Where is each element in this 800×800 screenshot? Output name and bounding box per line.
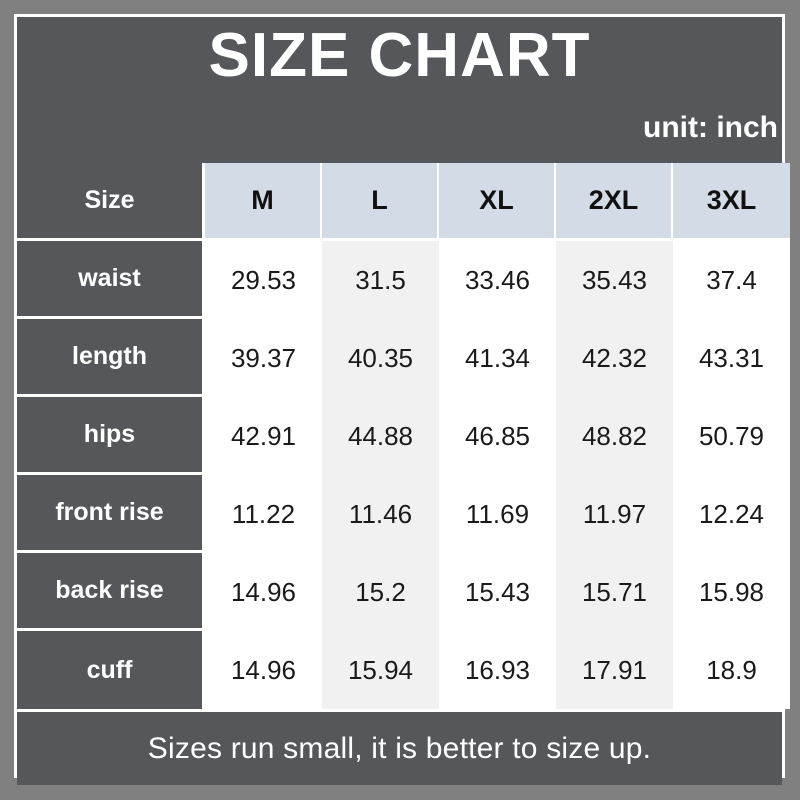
chart-footer: Sizes run small, it is better to size up… xyxy=(17,709,782,785)
table-header-row: Size M L XL 2XL 3XL xyxy=(17,163,790,241)
row-label-back-rise: back rise xyxy=(17,553,205,631)
footer-note: Sizes run small, it is better to size up… xyxy=(147,731,652,765)
cell-waist-m: 29.53 xyxy=(205,241,322,319)
page-title: SIZE CHART xyxy=(208,21,591,90)
cell-cuff-3xl: 18.9 xyxy=(673,631,790,709)
cell-length-l: 40.35 xyxy=(322,319,439,397)
cell-cuff-xl: 16.93 xyxy=(439,631,556,709)
cell-front-rise-l: 11.46 xyxy=(322,475,439,553)
cell-length-m: 39.37 xyxy=(205,319,322,397)
table-row: back rise 14.96 15.2 15.43 15.71 15.98 xyxy=(17,553,790,631)
cell-hips-xl: 46.85 xyxy=(439,397,556,475)
cell-waist-l: 31.5 xyxy=(322,241,439,319)
cell-waist-3xl: 37.4 xyxy=(673,241,790,319)
chart-header: SIZE CHART unit: inch xyxy=(17,17,782,163)
size-chart-panel: SIZE CHART unit: inch Size M L XL 2XL 3X… xyxy=(14,14,790,785)
column-header-m: M xyxy=(205,163,322,241)
cell-back-rise-xl: 15.43 xyxy=(439,553,556,631)
cell-waist-2xl: 35.43 xyxy=(556,241,673,319)
column-header-2xl: 2XL xyxy=(556,163,673,241)
column-header-size: Size xyxy=(17,163,205,241)
size-table-head: Size M L XL 2XL 3XL xyxy=(17,163,790,241)
size-chart-frame: SIZE CHART unit: inch Size M L XL 2XL 3X… xyxy=(0,0,800,800)
cell-waist-xl: 33.46 xyxy=(439,241,556,319)
cell-front-rise-3xl: 12.24 xyxy=(673,475,790,553)
row-label-waist: waist xyxy=(17,241,205,319)
cell-hips-2xl: 48.82 xyxy=(556,397,673,475)
cell-length-xl: 41.34 xyxy=(439,319,556,397)
table-row: cuff 14.96 15.94 16.93 17.91 18.9 xyxy=(17,631,790,709)
cell-back-rise-l: 15.2 xyxy=(322,553,439,631)
cell-back-rise-3xl: 15.98 xyxy=(673,553,790,631)
cell-front-rise-m: 11.22 xyxy=(205,475,322,553)
column-header-3xl: 3XL xyxy=(673,163,790,241)
cell-front-rise-2xl: 11.97 xyxy=(556,475,673,553)
cell-hips-l: 44.88 xyxy=(322,397,439,475)
cell-back-rise-m: 14.96 xyxy=(205,553,322,631)
cell-hips-m: 42.91 xyxy=(205,397,322,475)
table-row: hips 42.91 44.88 46.85 48.82 50.79 xyxy=(17,397,790,475)
cell-back-rise-2xl: 15.71 xyxy=(556,553,673,631)
table-row: front rise 11.22 11.46 11.69 11.97 12.24 xyxy=(17,475,790,553)
table-row: waist 29.53 31.5 33.46 35.43 37.4 xyxy=(17,241,790,319)
cell-length-3xl: 43.31 xyxy=(673,319,790,397)
table-row: length 39.37 40.35 41.34 42.32 43.31 xyxy=(17,319,790,397)
cell-front-rise-xl: 11.69 xyxy=(439,475,556,553)
cell-cuff-l: 15.94 xyxy=(322,631,439,709)
unit-label: unit: inch xyxy=(643,111,778,144)
cell-cuff-m: 14.96 xyxy=(205,631,322,709)
size-table: Size M L XL 2XL 3XL waist 29.53 31.5 33.… xyxy=(17,163,790,709)
row-label-cuff: cuff xyxy=(17,631,205,709)
row-label-length: length xyxy=(17,319,205,397)
row-label-hips: hips xyxy=(17,397,205,475)
cell-hips-3xl: 50.79 xyxy=(673,397,790,475)
cell-cuff-2xl: 17.91 xyxy=(556,631,673,709)
cell-length-2xl: 42.32 xyxy=(556,319,673,397)
size-table-body: waist 29.53 31.5 33.46 35.43 37.4 length… xyxy=(17,241,790,709)
column-header-xl: XL xyxy=(439,163,556,241)
column-header-l: L xyxy=(322,163,439,241)
row-label-front-rise: front rise xyxy=(17,475,205,553)
